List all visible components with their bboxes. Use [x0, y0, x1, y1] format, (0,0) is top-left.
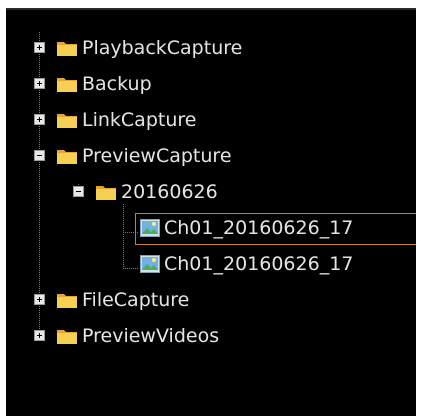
tree-item-previewcapture[interactable]: PreviewCapture [6, 138, 416, 174]
tree-item-label: Ch01_20160626_17 [164, 253, 354, 275]
expand-plus-icon[interactable] [34, 78, 45, 89]
tree-item-label: Ch01_20160626_17 [164, 217, 354, 239]
tree-item-playbackcapture[interactable]: PlaybackCapture [6, 30, 416, 66]
image-file-icon [140, 255, 160, 273]
expand-plus-icon[interactable] [34, 330, 45, 341]
folder-icon [57, 78, 77, 92]
tree-item-backup[interactable]: Backup [6, 66, 416, 102]
collapse-minus-icon[interactable] [73, 186, 84, 197]
tree-item-label: FileCapture [82, 289, 190, 311]
expand-plus-icon[interactable] [34, 294, 45, 305]
image-file-icon [140, 219, 160, 237]
tree-item-filecapture[interactable]: FileCapture [6, 282, 416, 318]
folder-icon [57, 114, 77, 128]
tree-item-20160626[interactable]: 20160626 [6, 174, 416, 210]
tree-item-file[interactable]: Ch01_20160626_17 [6, 246, 416, 282]
tree-item-linkcapture[interactable]: LinkCapture [6, 102, 416, 138]
tree-item-label: LinkCapture [82, 109, 197, 131]
tree-item-label: PreviewCapture [82, 145, 232, 167]
folder-icon [96, 186, 116, 200]
tree-item-label: Backup [82, 73, 152, 95]
tree-item-previewvideos[interactable]: PreviewVideos [6, 318, 416, 354]
tree-item-file-selected[interactable]: Ch01_20160626_17 [6, 210, 416, 246]
folder-icon [57, 330, 77, 344]
tree-item-label: 20160626 [121, 181, 218, 203]
expand-plus-icon[interactable] [34, 42, 45, 53]
folder-icon [57, 42, 77, 56]
folder-tree-panel: PlaybackCapture Backup LinkCapture Previ… [6, 8, 416, 416]
folder-icon [57, 150, 77, 164]
collapse-minus-icon[interactable] [34, 150, 45, 161]
tree-item-label: PlaybackCapture [82, 37, 243, 59]
tree-item-label: PreviewVideos [82, 325, 220, 347]
window-frame: PlaybackCapture Backup LinkCapture Previ… [0, 0, 422, 420]
expand-plus-icon[interactable] [34, 114, 45, 125]
folder-icon [57, 294, 77, 308]
